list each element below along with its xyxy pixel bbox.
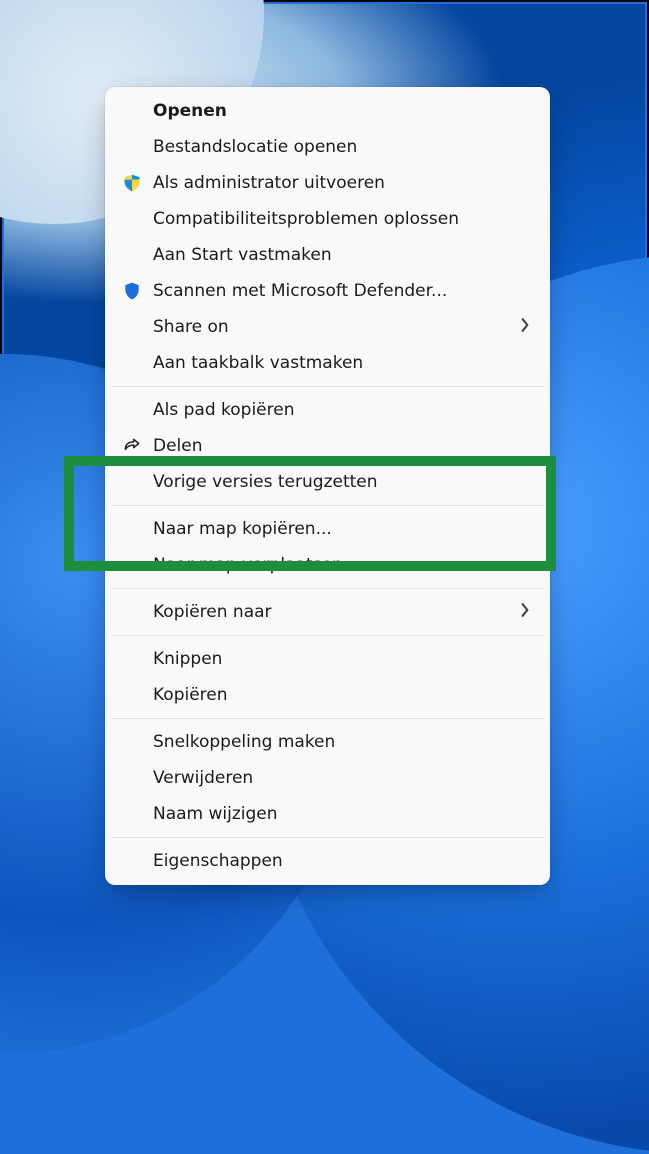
menu-item-label: Snelkoppeling maken (153, 734, 335, 751)
chevron-right-icon (520, 318, 530, 336)
menu-item-copytofolder[interactable]: Naar map kopiëren... (109, 511, 546, 547)
menu-item-label: Eigenschappen (153, 853, 283, 870)
menu-item-label: Verwijderen (153, 770, 253, 787)
menu-item-label: Vorige versies terugzetten (153, 474, 378, 491)
menu-item-label: Scannen met Microsoft Defender... (153, 283, 447, 300)
menu-item-label: Compatibiliteitsproblemen oplossen (153, 211, 459, 228)
menu-item-prevver[interactable]: Vorige versies terugzetten (109, 464, 546, 500)
menu-item-label: Als pad kopiëren (153, 402, 294, 419)
menu-item-label: Knippen (153, 651, 222, 668)
menu-item-defender[interactable]: Scannen met Microsoft Defender... (109, 273, 546, 309)
menu-item-label: Naar map verplaatsen... (153, 557, 359, 574)
menu-item-label: Bestandslocatie openen (153, 139, 357, 156)
menu-separator (111, 386, 544, 387)
menu-separator (111, 505, 544, 506)
menu-item-share[interactable]: Delen (109, 428, 546, 464)
menu-separator (111, 837, 544, 838)
menu-item-delete[interactable]: Verwijderen (109, 760, 546, 796)
menu-separator (111, 718, 544, 719)
menu-item-openloc[interactable]: Bestandslocatie openen (109, 129, 546, 165)
menu-item-label: Share on (153, 319, 229, 336)
menu-item-label: Aan taakbalk vastmaken (153, 355, 363, 372)
menu-item-rename[interactable]: Naam wijzigen (109, 796, 546, 832)
share-icon (121, 435, 143, 457)
menu-item-pinstart[interactable]: Aan Start vastmaken (109, 237, 546, 273)
menu-item-runadmin[interactable]: Als administrator uitvoeren (109, 165, 546, 201)
menu-item-movetofolder[interactable]: Naar map verplaatsen... (109, 547, 546, 583)
menu-item-label: Kopiëren (153, 687, 228, 704)
menu-separator (111, 635, 544, 636)
chevron-right-icon (520, 603, 530, 621)
menu-item-label: Delen (153, 438, 203, 455)
context-menu: Openen Bestandslocatie openen Als administ… (105, 87, 550, 885)
menu-item-label: Aan Start vastmaken (153, 247, 332, 264)
menu-item-copyto[interactable]: Kopiëren naar (109, 594, 546, 630)
shield-uac-icon (121, 172, 143, 194)
menu-item-label: Openen (153, 103, 227, 120)
menu-item-label: Als administrator uitvoeren (153, 175, 385, 192)
menu-item-copypath[interactable]: Als pad kopiëren (109, 392, 546, 428)
menu-item-cut[interactable]: Knippen (109, 641, 546, 677)
menu-item-pintaskbar[interactable]: Aan taakbalk vastmaken (109, 345, 546, 381)
shield-defender-icon (121, 280, 143, 302)
menu-item-compat[interactable]: Compatibiliteitsproblemen oplossen (109, 201, 546, 237)
menu-separator (111, 588, 544, 589)
menu-item-label: Kopiëren naar (153, 604, 272, 621)
menu-item-shareon[interactable]: Share on (109, 309, 546, 345)
menu-item-label: Naar map kopiëren... (153, 521, 332, 538)
menu-item-shortcut[interactable]: Snelkoppeling maken (109, 724, 546, 760)
menu-item-copy[interactable]: Kopiëren (109, 677, 546, 713)
menu-item-open[interactable]: Openen (109, 93, 546, 129)
menu-item-label: Naam wijzigen (153, 806, 278, 823)
